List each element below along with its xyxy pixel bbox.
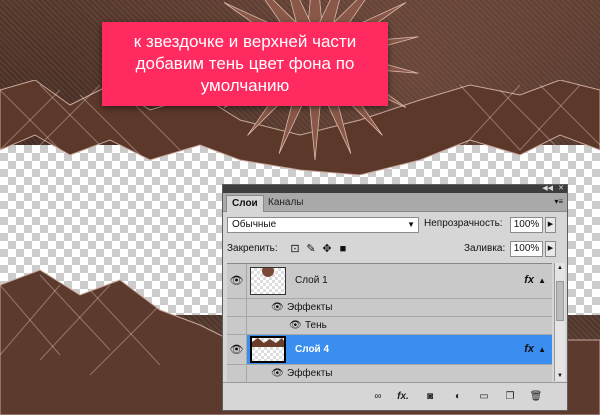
effect-label: Тень xyxy=(305,320,327,331)
panel-tabs: Слои Каналы ▾≡ xyxy=(223,193,567,212)
layer-thumbnail xyxy=(250,336,286,363)
eye-column xyxy=(227,299,247,316)
effect-row-shadow[interactable]: 👁 Тень xyxy=(227,317,552,335)
layer-row-1[interactable]: 👁 Слой 1 fx ▲ xyxy=(227,264,552,299)
eye-column xyxy=(227,317,247,334)
lock-move-icon[interactable]: ✥ xyxy=(321,243,333,255)
opacity-arrow-icon[interactable]: ▶ xyxy=(545,217,556,233)
lock-label: Закрепить: xyxy=(227,243,278,254)
fill-arrow-icon[interactable]: ▶ xyxy=(545,241,556,257)
layer-mask-icon[interactable]: ◙ xyxy=(423,390,437,403)
panel-menu-icon[interactable]: ▾≡ xyxy=(554,197,563,206)
layer-effects-row[interactable]: 👁 Эффекты xyxy=(227,299,552,317)
panel-titlebar[interactable]: ◀◀ ✕ xyxy=(223,185,567,193)
scroll-up-icon[interactable]: ▲ xyxy=(555,263,565,273)
scroll-down-icon[interactable]: ▼ xyxy=(555,371,565,381)
chevron-up-icon[interactable]: ▲ xyxy=(538,276,546,285)
blend-mode-value: Обычные xyxy=(232,219,277,230)
blend-row: Обычные ▼ Непрозрачность: 100% ▶ xyxy=(227,216,563,236)
effects-label: Эффекты xyxy=(287,368,333,379)
layer-name[interactable]: Слой 1 xyxy=(295,275,328,286)
trash-icon[interactable]: 🗑 xyxy=(529,390,543,403)
layer-4-thumb-art xyxy=(252,338,284,347)
layer-1-thumb-art xyxy=(262,265,274,277)
fx-icon[interactable]: fx xyxy=(524,274,534,286)
new-group-icon[interactable]: ▭ xyxy=(477,390,491,403)
layers-scrollbar[interactable]: ▲ ▼ xyxy=(554,263,565,381)
opacity-label: Непрозрачность: xyxy=(424,218,503,229)
double-chevron-icon[interactable]: ◀◀ xyxy=(542,185,553,193)
scroll-thumb[interactable] xyxy=(556,281,564,321)
layer-name[interactable]: Слой 4 xyxy=(295,344,329,355)
lock-row: Закрепить: ⊡ ✎ ✥ ■ Заливка: 100% ▶ xyxy=(227,241,563,259)
effect-eye-icon[interactable]: 👁 xyxy=(289,320,302,331)
panel-footer: ∞ fx. ◙ ◐ ▭ ❐ 🗑 xyxy=(223,382,567,410)
chevron-up-icon[interactable]: ▲ xyxy=(538,345,546,354)
effects-eye-icon[interactable]: 👁 xyxy=(271,302,284,313)
callout-line-1: к звездочке и верхней части xyxy=(133,32,357,51)
chevron-down-icon: ▼ xyxy=(407,220,415,229)
layer-thumbnail xyxy=(250,265,286,295)
layer-effects-row[interactable]: 👁 Эффекты xyxy=(227,365,552,382)
effects-eye-icon[interactable]: 👁 xyxy=(271,368,284,379)
lock-brush-icon[interactable]: ✎ xyxy=(305,243,317,255)
fx-icon[interactable]: fx xyxy=(524,343,534,355)
tab-channels[interactable]: Каналы xyxy=(263,195,309,211)
fx-icon[interactable]: fx. xyxy=(396,390,410,403)
fill-input[interactable]: 100% xyxy=(510,241,543,257)
opacity-input[interactable]: 100% xyxy=(510,217,543,233)
fill-label: Заливка: xyxy=(464,243,506,254)
instruction-callout: к звездочке и верхней части добавим тень… xyxy=(102,22,388,106)
close-icon[interactable]: ✕ xyxy=(558,185,564,193)
link-layers-icon[interactable]: ∞ xyxy=(368,390,388,403)
blend-mode-select[interactable]: Обычные ▼ xyxy=(227,217,419,233)
layer-row-4[interactable]: 👁 Слой 4 fx ▲ xyxy=(227,335,552,365)
new-layer-icon[interactable]: ❐ xyxy=(503,390,517,403)
layers-list: 👁 Слой 1 fx ▲ 👁 Эффекты 👁 Тень 👁 Слой 4 … xyxy=(227,263,552,382)
eye-column xyxy=(227,365,247,382)
layers-panel: ◀◀ ✕ Слои Каналы ▾≡ Обычные ▼ Непрозрачн… xyxy=(222,184,568,411)
lock-transparent-icon[interactable]: ⊡ xyxy=(289,243,301,255)
lock-all-icon[interactable]: ■ xyxy=(337,243,349,255)
callout-line-2: добавим тень цвет фона по xyxy=(135,54,355,73)
effects-label: Эффекты xyxy=(287,302,333,313)
eye-icon[interactable]: 👁 xyxy=(227,335,247,364)
adjustment-layer-icon[interactable]: ◐ xyxy=(451,390,465,403)
callout-line-3: умолчанию xyxy=(200,76,290,95)
tab-layers[interactable]: Слои xyxy=(226,195,264,212)
eye-icon[interactable]: 👁 xyxy=(227,264,247,298)
